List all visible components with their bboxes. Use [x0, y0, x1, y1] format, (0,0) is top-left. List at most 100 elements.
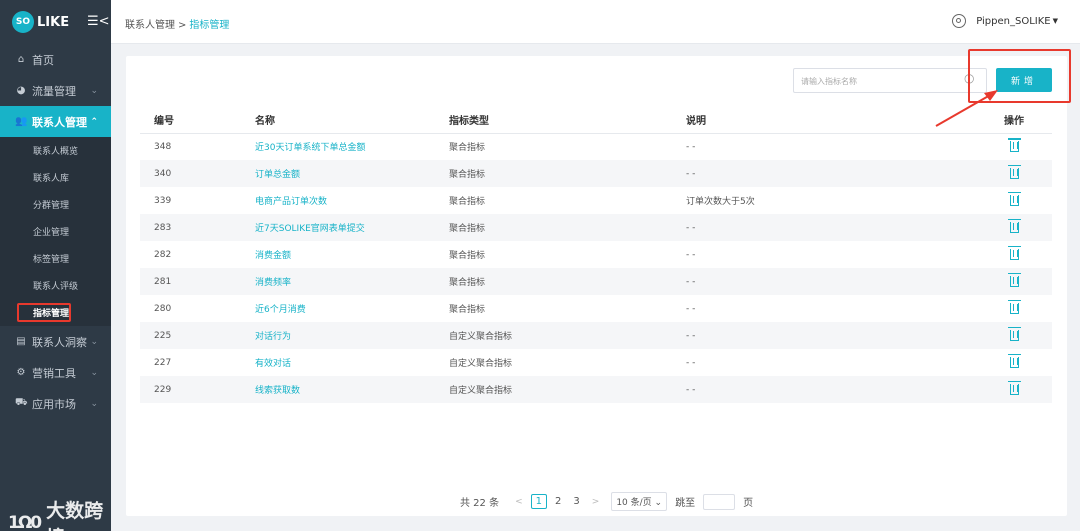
page-button-2[interactable]: 2 — [551, 496, 565, 507]
cell-id: 340 — [154, 168, 172, 179]
caret-down-icon[interactable]: ▼ — [1053, 17, 1058, 25]
sidebar-item-contacts[interactable]: 👥 联系人管理 ⌃ — [0, 106, 111, 137]
table-row: 225 对话行为 自定义聚合指标 - - — [140, 322, 1052, 349]
cell-actions — [976, 295, 1052, 322]
chevron-down-icon: ⌄ — [654, 498, 663, 508]
goto-page-input[interactable] — [703, 493, 736, 510]
trash-icon[interactable] — [1007, 165, 1021, 179]
cell-name-link[interactable]: 近30天订单系统下单总金额 — [255, 133, 449, 160]
users-icon: 👥 — [15, 116, 28, 127]
add-button[interactable]: 新增 — [996, 68, 1052, 92]
trash-icon[interactable] — [1007, 138, 1021, 153]
cell-actions — [976, 322, 1052, 349]
breadcrumb-parent[interactable]: 联系人管理 — [125, 20, 175, 31]
sidebar-item-marketing[interactable]: ⚙ 营销工具 ⌄ — [0, 357, 111, 388]
cell-actions — [976, 214, 1052, 241]
pie-chart-icon: ◕ — [16, 85, 26, 96]
sidebar-item-home[interactable]: ⌂ 首页 — [0, 44, 111, 75]
page-size-value: 10 条/页 — [616, 498, 652, 508]
cell-name-link[interactable]: 订单总金额 — [255, 160, 449, 187]
breadcrumb-separator: > — [178, 20, 187, 31]
sidebar-item-label: 首页 — [32, 53, 54, 67]
breadcrumb-current: 指标管理 — [189, 20, 230, 31]
cell-description: - - — [686, 168, 696, 179]
cell-actions — [976, 187, 1052, 214]
sidebar-item-label: 营销工具 — [32, 366, 76, 380]
cell-id: 227 — [154, 357, 172, 368]
cart-icon: ⛟ — [15, 397, 28, 408]
home-icon: ⌂ — [17, 54, 25, 65]
cell-name-link[interactable]: 近7天SOLIKE官网表单提交 — [255, 214, 449, 241]
cell-id: 283 — [154, 222, 172, 233]
table-row: 281 消费频率 聚合指标 - - — [140, 268, 1052, 295]
cell-description: - - — [686, 141, 696, 152]
trash-icon[interactable] — [1007, 192, 1021, 206]
next-page-icon[interactable]: > — [592, 497, 600, 507]
chevron-up-icon: ⌃ — [90, 116, 98, 127]
cell-actions — [976, 133, 1052, 160]
table-row: 339 电商产品订单次数 聚合指标 订单次数大于5次 — [140, 187, 1052, 214]
gear-icon[interactable] — [952, 14, 967, 28]
cell-id: 348 — [154, 141, 172, 152]
sidebar-item-insights[interactable]: ▤ 联系人洞察 ⌄ — [0, 326, 111, 357]
cell-name-link[interactable]: 线索获取数 — [255, 376, 449, 403]
submenu-contact-overview[interactable]: 联系人概览 — [0, 137, 111, 164]
column-header-type: 指标类型 — [449, 106, 686, 134]
table-row: 340 订单总金额 聚合指标 - - — [140, 160, 1052, 187]
cell-name-link[interactable]: 近6个月消费 — [255, 295, 449, 322]
trash-icon[interactable] — [1007, 219, 1021, 233]
cell-description: - - — [686, 222, 696, 233]
cell-description: - - — [686, 357, 696, 368]
pagination: 共 22 条 < 1 2 3 > 10 条/页 ⌄ 跳至 页 — [460, 492, 753, 511]
column-header-name: 名称 — [255, 106, 449, 134]
page-button-3[interactable]: 3 — [569, 496, 583, 507]
cell-description: 订单次数大于5次 — [686, 197, 755, 207]
prev-page-icon[interactable]: < — [515, 497, 523, 507]
cell-description: - - — [686, 249, 696, 260]
user-name[interactable]: Pippen_SOLIKE — [976, 16, 1050, 27]
chevron-down-icon: ⌄ — [90, 398, 98, 409]
sidebar-item-traffic[interactable]: ◕ 流量管理 ⌄ — [0, 75, 111, 106]
cell-type: 聚合指标 — [449, 305, 486, 315]
sidebar-item-label: 联系人管理 — [32, 115, 87, 129]
submenu-tags[interactable]: 标签管理 — [0, 245, 111, 272]
user-area: Pippen_SOLIKE ▼ — [952, 14, 1058, 28]
menu-collapse-icon[interactable]: ☰< — [87, 14, 110, 29]
contacts-submenu: 联系人概览 联系人库 分群管理 企业管理 标签管理 联系人评级 指标管理 — [0, 137, 111, 326]
sidebar-item-app-market[interactable]: ⛟ 应用市场 ⌄ — [0, 388, 111, 419]
submenu-contact-library[interactable]: 联系人库 — [0, 164, 111, 191]
trash-icon[interactable] — [1007, 381, 1021, 395]
cell-name-link[interactable]: 消费频率 — [255, 268, 449, 295]
trash-icon[interactable] — [1007, 300, 1021, 314]
table-row: 280 近6个月消费 聚合指标 - - — [140, 295, 1052, 322]
trash-icon[interactable] — [1007, 327, 1021, 341]
cell-type: 自定义聚合指标 — [449, 332, 513, 342]
cell-type: 自定义聚合指标 — [449, 359, 513, 369]
cell-name-link[interactable]: 对话行为 — [255, 322, 449, 349]
metrics-table: 编号 名称 指标类型 说明 操作 348 近30天订单系统下单总金额 聚合指标 … — [140, 106, 1052, 403]
cell-id: 225 — [154, 330, 172, 341]
logo-circle: SO — [12, 11, 34, 33]
trash-icon[interactable] — [1007, 246, 1021, 260]
chevron-down-icon: ⌄ — [90, 367, 98, 378]
cell-actions — [976, 241, 1052, 268]
cell-id: 229 — [154, 384, 172, 395]
cell-name-link[interactable]: 消费金额 — [255, 241, 449, 268]
cell-description: - - — [686, 330, 696, 341]
page-button-1[interactable]: 1 — [530, 494, 548, 509]
submenu-segment[interactable]: 分群管理 — [0, 191, 111, 218]
cell-description: - - — [686, 303, 696, 314]
submenu-metrics[interactable]: 指标管理 — [17, 303, 72, 322]
cell-id: 280 — [154, 303, 172, 314]
trash-icon[interactable] — [1007, 354, 1021, 368]
submenu-rating[interactable]: 联系人评级 — [0, 272, 111, 299]
page-size-select[interactable]: 10 条/页 ⌄ — [611, 492, 668, 511]
column-header-id: 编号 — [140, 106, 255, 134]
table-row: 229 线索获取数 自定义聚合指标 - - — [140, 376, 1052, 403]
trash-icon[interactable] — [1007, 273, 1021, 287]
chevron-down-icon: ⌄ — [90, 336, 98, 347]
submenu-company[interactable]: 企业管理 — [0, 218, 111, 245]
cell-name-link[interactable]: 有效对话 — [255, 349, 449, 376]
cell-name-link[interactable]: 电商产品订单次数 — [255, 187, 449, 214]
cell-description: - - — [686, 276, 696, 287]
